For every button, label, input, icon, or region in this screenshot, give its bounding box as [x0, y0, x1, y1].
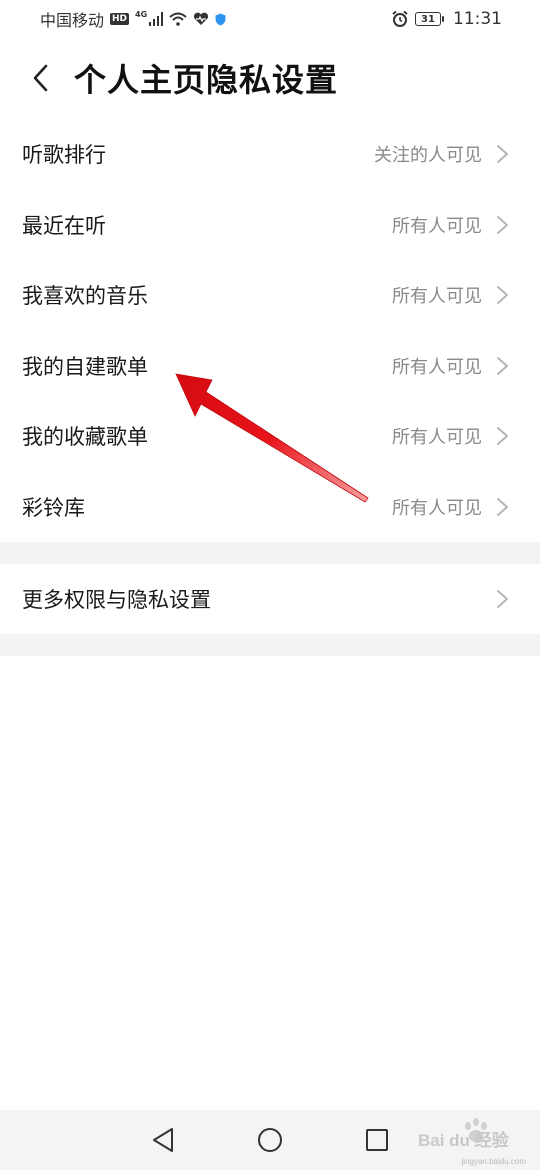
- triangle-back-icon: [153, 1128, 174, 1152]
- status-time: 11:31: [453, 9, 502, 29]
- alarm-icon: [392, 10, 408, 27]
- chevron-right-icon: [497, 427, 508, 446]
- setting-value: 所有人可见: [392, 215, 482, 237]
- setting-row-ringtone-library[interactable]: 彩铃库 所有人可见: [0, 471, 540, 542]
- settings-list: 听歌排行 关注的人可见 最近在听 所有人可见 我喜欢的音乐 所有人可见 我的自建…: [0, 119, 540, 656]
- shield-icon: [215, 13, 226, 25]
- chevron-right-icon: [497, 590, 508, 608]
- battery-icon: 31: [415, 12, 444, 26]
- nav-recents-button[interactable]: [357, 1120, 397, 1160]
- status-bar: 中国移动 HD 4G 31 11:31: [0, 0, 540, 38]
- setting-label: 我的自建歌单: [22, 354, 148, 379]
- square-recents-icon: [365, 1129, 388, 1151]
- watermark-logo-text: Bai du 经验: [418, 1130, 510, 1150]
- setting-value: 关注的人可见: [374, 145, 482, 167]
- setting-row-created-playlists[interactable]: 我的自建歌单 所有人可见: [0, 330, 540, 401]
- circle-home-icon: [257, 1128, 282, 1152]
- wifi-icon: [169, 12, 187, 26]
- setting-right: 所有人可见: [392, 353, 510, 379]
- setting-row-collected-playlists[interactable]: 我的收藏歌单 所有人可见: [0, 401, 540, 472]
- battery-level: 31: [421, 13, 435, 25]
- setting-right: 所有人可见: [392, 423, 510, 449]
- setting-right: [496, 589, 510, 609]
- setting-right: 所有人可见: [392, 494, 510, 520]
- setting-right: 所有人可见: [392, 212, 510, 238]
- setting-right: 关注的人可见: [374, 141, 510, 167]
- header: 个人主页隐私设置: [0, 38, 540, 118]
- back-button[interactable]: [22, 56, 58, 100]
- status-left: 中国移动 HD 4G: [40, 7, 226, 31]
- section-divider: [0, 634, 540, 656]
- setting-value: 所有人可见: [392, 497, 482, 519]
- setting-row-liked-music[interactable]: 我喜欢的音乐 所有人可见: [0, 260, 540, 331]
- setting-row-recently-playing[interactable]: 最近在听 所有人可见: [0, 189, 540, 260]
- page-title: 个人主页隐私设置: [74, 61, 339, 99]
- section-divider: [0, 542, 540, 564]
- setting-label: 彩铃库: [22, 495, 85, 520]
- setting-label: 更多权限与隐私设置: [22, 588, 211, 612]
- signal-icon: [149, 12, 164, 26]
- setting-label: 我的收藏歌单: [22, 425, 148, 450]
- chevron-right-icon: [497, 497, 508, 516]
- nav-home-button[interactable]: [250, 1120, 290, 1160]
- carrier-name: 中国移动: [40, 11, 105, 30]
- chevron-left-icon: [33, 64, 48, 92]
- setting-row-listening-rank[interactable]: 听歌排行 关注的人可见: [0, 119, 540, 190]
- watermark-url: jingyan.baidu.com: [461, 1157, 526, 1166]
- hd-badge: HD: [110, 13, 130, 25]
- heart-rate-icon: [194, 12, 209, 25]
- network-type: 4G: [135, 9, 148, 19]
- setting-value: 所有人可见: [392, 286, 482, 308]
- setting-label: 我喜欢的音乐: [22, 284, 148, 309]
- chevron-right-icon: [497, 145, 508, 164]
- chevron-right-icon: [497, 215, 508, 234]
- setting-right: 所有人可见: [392, 282, 510, 308]
- baidu-watermark: Bai du 经验 jingyan.baidu.com: [416, 1112, 526, 1168]
- setting-value: 所有人可见: [392, 356, 482, 378]
- status-right: 31 11:31: [391, 9, 502, 29]
- setting-label: 最近在听: [22, 213, 106, 238]
- setting-row-more-privacy[interactable]: 更多权限与隐私设置: [0, 564, 540, 634]
- setting-label: 听歌排行: [22, 143, 106, 168]
- baidu-logo: Bai du 经验: [418, 1118, 510, 1150]
- nav-back-button[interactable]: [143, 1120, 183, 1160]
- chevron-right-icon: [497, 356, 508, 375]
- setting-value: 所有人可见: [392, 427, 482, 449]
- chevron-right-icon: [497, 286, 508, 305]
